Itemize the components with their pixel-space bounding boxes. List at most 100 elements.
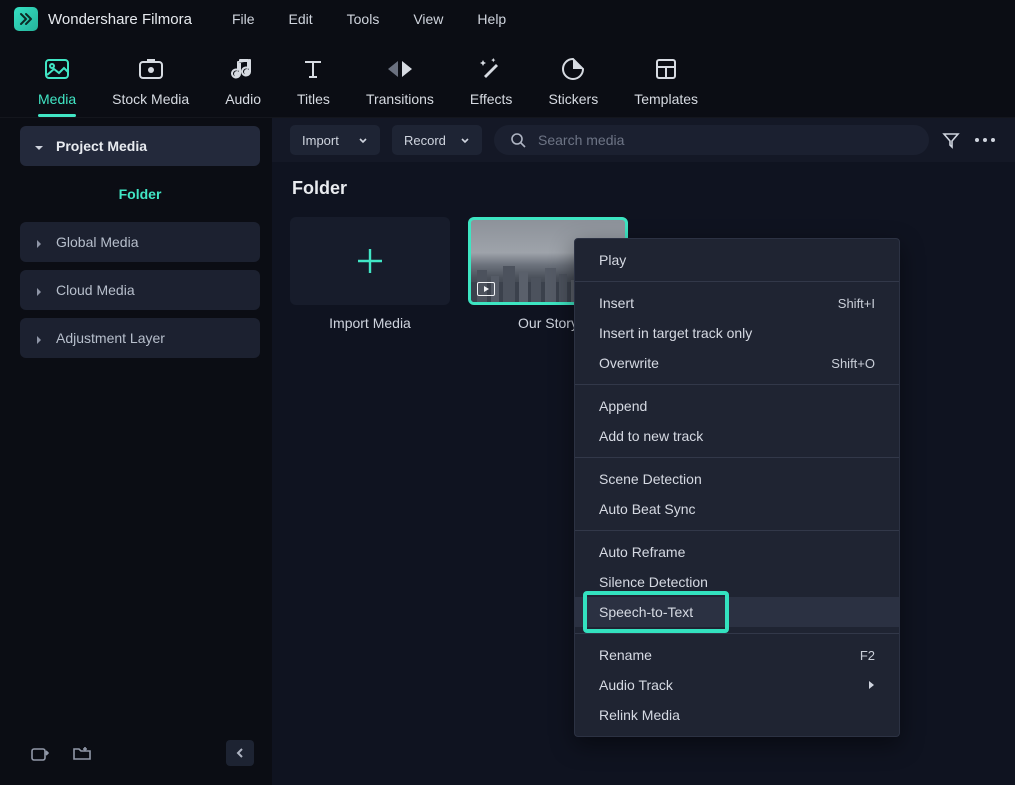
context-menu-item[interactable]: Insert in target track only [575,318,899,348]
node-label: Adjustment Layer [56,330,165,346]
menu-item-label: Append [599,398,647,414]
tab-media[interactable]: Media [20,49,94,117]
context-menu-item[interactable]: Silence Detection [575,567,899,597]
menu-bar: File Edit Tools View Help [232,11,506,27]
filter-icon[interactable] [941,130,961,150]
menu-item-label: Auto Beat Sync [599,501,696,517]
menu-separator [575,384,899,385]
context-menu-item[interactable]: Append [575,391,899,421]
caret-right-icon [34,332,46,344]
import-dropdown[interactable]: Import [290,125,380,155]
titles-icon [299,55,327,83]
chevron-down-icon [460,133,470,148]
caret-right-icon [34,236,46,248]
menu-item-label: Scene Detection [599,471,702,487]
menu-item-label: Insert in target track only [599,325,752,341]
menu-separator [575,281,899,282]
tab-effects[interactable]: Effects [452,49,531,117]
menu-view[interactable]: View [413,11,443,27]
context-menu-item[interactable]: Speech-to-Text [575,597,899,627]
menu-separator [575,457,899,458]
context-menu-item[interactable]: Overwrite Shift+O [575,348,899,378]
menu-item-label: Speech-to-Text [599,604,693,620]
templates-icon [652,55,680,83]
search-wrap [494,125,929,155]
media-icon [43,55,71,83]
title-bar: Wondershare Filmora File Edit Tools View… [0,0,1015,38]
dropdown-label: Record [404,133,446,148]
menu-item-label: Silence Detection [599,574,708,590]
node-label: Folder [119,186,162,202]
global-media-node[interactable]: Global Media [20,222,260,262]
node-label: Project Media [56,138,147,154]
media-sidebar: Project Media Folder Global Media Cloud … [0,118,272,785]
media-tree: Project Media Folder Global Media Cloud … [20,126,260,733]
tab-audio[interactable]: Audio [207,49,279,117]
menu-help[interactable]: Help [477,11,506,27]
adjustment-layer-node[interactable]: Adjustment Layer [20,318,260,358]
media-toolbar: Import Record [272,118,1015,162]
tab-label: Stock Media [112,91,189,107]
caret-down-icon [34,140,46,152]
stickers-icon [559,55,587,83]
tab-templates[interactable]: Templates [616,49,716,117]
export-media-icon[interactable] [26,740,54,766]
app-title: Wondershare Filmora [48,11,192,28]
import-media-card[interactable]: Import Media [290,217,450,331]
tab-titles[interactable]: Titles [279,49,348,117]
menu-item-shortcut: Shift+I [838,296,875,311]
menu-edit[interactable]: Edit [289,11,313,27]
new-folder-icon[interactable] [68,740,96,766]
context-menu-item[interactable]: Auto Reframe [575,537,899,567]
menu-file[interactable]: File [232,11,255,27]
context-menu-item[interactable]: Auto Beat Sync [575,494,899,524]
node-label: Global Media [56,234,139,250]
folder-node[interactable]: Folder [20,174,260,214]
menu-item-shortcut: Shift+O [831,356,875,371]
dropdown-label: Import [302,133,339,148]
audio-icon [229,55,257,83]
video-clip-icon [477,282,495,296]
context-menu-item[interactable]: Add to new track [575,421,899,451]
context-menu-item[interactable]: Play [575,245,899,275]
category-tabstrip: Media Stock Media Audio Titles Transitio… [0,38,1015,118]
menu-tools[interactable]: Tools [347,11,380,27]
clip-context-menu: Play InsertShift+I Insert in target track … [574,238,900,737]
card-label: Our Story [518,315,578,331]
more-options-icon[interactable] [973,130,997,150]
context-menu-item[interactable]: Relink Media [575,700,899,730]
menu-item-label: Relink Media [599,707,680,723]
tab-label: Audio [225,91,261,107]
menu-item-label: Add to new track [599,428,703,444]
tab-label: Templates [634,91,698,107]
folder-title: Folder [292,178,997,199]
menu-separator [575,530,899,531]
tab-label: Media [38,91,76,107]
node-label: Cloud Media [56,282,135,298]
tab-label: Titles [297,91,330,107]
menu-item-label: Audio Track [599,677,673,693]
tab-stickers[interactable]: Stickers [530,49,616,117]
menu-item-label: Overwrite [599,355,659,371]
context-menu-item[interactable]: Scene Detection [575,464,899,494]
tab-label: Transitions [366,91,434,107]
search-input[interactable] [538,132,915,148]
project-media-node[interactable]: Project Media [20,126,260,166]
tab-stock-media[interactable]: Stock Media [94,49,207,117]
collapse-sidebar-button[interactable] [226,740,254,766]
record-dropdown[interactable]: Record [392,125,482,155]
context-menu-item[interactable]: Audio Track [575,670,899,700]
context-menu-item[interactable]: RenameF2 [575,640,899,670]
effects-icon [477,55,505,83]
sidebar-footer [20,733,260,773]
context-menu-item[interactable]: InsertShift+I [575,288,899,318]
card-label: Import Media [329,315,411,331]
submenu-arrow-icon [867,677,875,693]
transitions-icon [386,55,414,83]
chevron-down-icon [358,133,368,148]
cloud-media-node[interactable]: Cloud Media [20,270,260,310]
menu-item-label: Play [599,252,626,268]
menu-item-label: Auto Reframe [599,544,685,560]
tab-transitions[interactable]: Transitions [348,49,452,117]
app-logo-icon [14,7,38,31]
